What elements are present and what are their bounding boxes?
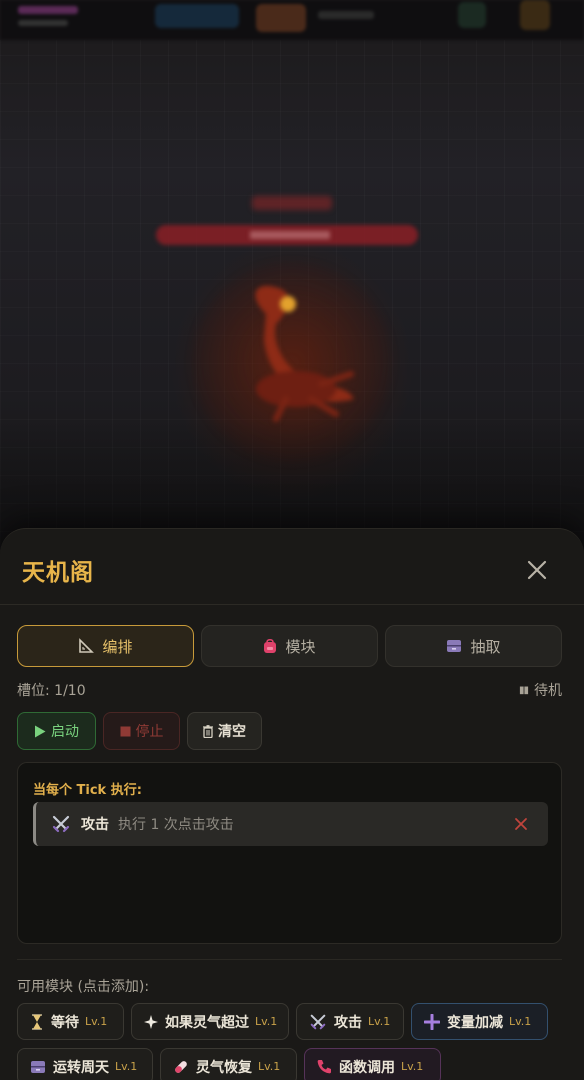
module-level: Lv.1 bbox=[115, 1060, 138, 1073]
drawer-icon bbox=[30, 1060, 46, 1074]
crossed-swords-icon bbox=[309, 1013, 327, 1031]
slot-counter: 槽位: 1/10 bbox=[17, 683, 86, 699]
stop-button[interactable]: 停止 bbox=[103, 712, 180, 750]
sparkle-icon bbox=[144, 1014, 158, 1029]
module-level: Lv.1 bbox=[509, 1015, 532, 1028]
run-status: ▮▮ 待机 bbox=[519, 680, 562, 700]
tab-draw[interactable]: 抽取 bbox=[385, 625, 562, 667]
module-chip-aura-restore[interactable]: 灵气恢复 Lv.1 bbox=[160, 1048, 297, 1080]
program-block[interactable]: 攻击 执行 1 次点击攻击 bbox=[33, 802, 548, 846]
module-name: 攻击 bbox=[334, 1014, 362, 1031]
module-level: Lv.1 bbox=[368, 1015, 391, 1028]
resource-badge bbox=[155, 4, 239, 28]
backpack-icon bbox=[263, 638, 277, 654]
drawer-icon bbox=[446, 639, 462, 653]
trash-icon bbox=[203, 724, 213, 738]
module-chip-wait[interactable]: 等待 Lv.1 bbox=[17, 1003, 124, 1040]
phone-icon bbox=[317, 1059, 332, 1074]
stop-icon bbox=[120, 726, 131, 737]
clear-label: 清空 bbox=[218, 724, 246, 740]
currency-badge bbox=[256, 4, 306, 32]
start-button[interactable]: 启动 bbox=[17, 712, 96, 750]
top-bar bbox=[0, 0, 584, 40]
pill-icon bbox=[173, 1059, 189, 1075]
enemy-name bbox=[252, 196, 332, 210]
module-level: Lv.1 bbox=[255, 1015, 278, 1028]
crossed-swords-icon bbox=[51, 814, 71, 834]
available-modules-label: 可用模块 (点击添加): bbox=[17, 979, 150, 995]
pause-icon: ▮▮ bbox=[518, 684, 529, 696]
clear-button[interactable]: 清空 bbox=[187, 712, 262, 750]
player-name bbox=[18, 6, 78, 14]
close-icon[interactable] bbox=[522, 555, 552, 585]
currency-text bbox=[318, 11, 374, 19]
stop-label: 停止 bbox=[135, 724, 164, 740]
plus-icon bbox=[424, 1013, 440, 1030]
scorpion-monster bbox=[255, 285, 354, 422]
block-description: 执行 1 次点击攻击 bbox=[118, 817, 234, 833]
tab-bar: 编排 模块 抽取 bbox=[17, 625, 562, 667]
hourglass-icon bbox=[30, 1013, 44, 1030]
tab-modules[interactable]: 模块 bbox=[201, 625, 378, 667]
panel-header: 天机阁 bbox=[0, 529, 584, 605]
block-name: 攻击 bbox=[81, 817, 109, 833]
module-level: Lv.1 bbox=[85, 1015, 108, 1028]
module-name: 如果灵气超过 bbox=[165, 1014, 249, 1031]
module-chip-if-aura[interactable]: 如果灵气超过 Lv.1 bbox=[131, 1003, 289, 1040]
triangle-ruler-icon bbox=[78, 638, 95, 654]
module-level: Lv.1 bbox=[258, 1060, 281, 1073]
section-divider bbox=[17, 959, 562, 960]
tab-label: 编排 bbox=[102, 637, 133, 656]
tab-arrange[interactable]: 编排 bbox=[17, 625, 194, 667]
enemy-hp-text bbox=[250, 231, 330, 239]
tab-label: 模块 bbox=[285, 637, 316, 656]
programming-panel: 天机阁 编排 模块 抽取 槽位: 1/10 ▮▮ 待机 启动 停止 清空 当每个… bbox=[0, 528, 584, 1080]
tab-label: 抽取 bbox=[470, 637, 501, 656]
remove-block-icon[interactable] bbox=[512, 815, 530, 833]
editor-trigger-label: 当每个 Tick 执行: bbox=[33, 783, 142, 798]
player-stats bbox=[18, 20, 68, 26]
status-text: 待机 bbox=[534, 683, 562, 699]
menu-icon bbox=[458, 2, 486, 28]
program-editor[interactable]: 当每个 Tick 执行: 攻击 执行 1 次点击攻击 bbox=[17, 762, 562, 944]
module-name: 运转周天 bbox=[53, 1059, 109, 1076]
module-name: 灵气恢复 bbox=[196, 1059, 252, 1076]
play-icon bbox=[34, 725, 46, 738]
panel-title: 天机阁 bbox=[22, 560, 94, 586]
module-chip-attack[interactable]: 攻击 Lv.1 bbox=[296, 1003, 404, 1040]
module-chip-variable-add[interactable]: 变量加减 Lv.1 bbox=[411, 1003, 548, 1040]
module-name: 等待 bbox=[51, 1014, 79, 1031]
module-chip-function-call[interactable]: 函数调用 Lv.1 bbox=[304, 1048, 441, 1080]
game-scene-backdrop bbox=[0, 0, 584, 560]
module-level: Lv.1 bbox=[401, 1060, 424, 1073]
module-chip-cultivate[interactable]: 运转周天 Lv.1 bbox=[17, 1048, 153, 1080]
trophy-icon bbox=[520, 0, 550, 30]
module-name: 函数调用 bbox=[339, 1059, 395, 1076]
start-label: 启动 bbox=[51, 724, 79, 740]
module-name: 变量加减 bbox=[447, 1014, 503, 1031]
